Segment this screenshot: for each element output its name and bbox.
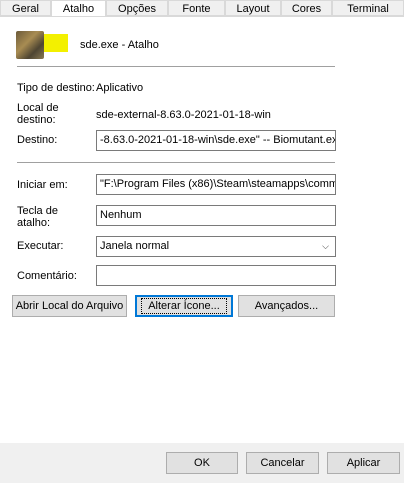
separator xyxy=(17,66,335,67)
icon-highlight xyxy=(44,34,68,52)
separator xyxy=(17,162,335,163)
shortcut-panel xyxy=(0,17,404,443)
chevron-down-icon[interactable]: ⌵ xyxy=(322,237,329,256)
app-icon xyxy=(16,31,44,59)
tab-opcoes[interactable]: Opções xyxy=(106,0,168,16)
tab-layout[interactable]: Layout xyxy=(225,0,281,16)
shortcut-name: sde.exe - Atalho xyxy=(80,39,159,51)
run-select-value: Janela normal xyxy=(100,240,170,252)
open-file-location-button[interactable]: Abrir Local do Arquivo xyxy=(12,295,127,317)
hotkey-label-line1: Tecla de xyxy=(17,205,58,217)
ok-button[interactable]: OK xyxy=(166,452,238,474)
tab-terminal[interactable]: Terminal xyxy=(332,0,404,16)
tab-geral[interactable]: Geral xyxy=(0,0,51,16)
tab-cores[interactable]: Cores xyxy=(281,0,332,16)
hotkey-label-line2: atalho: xyxy=(17,217,51,229)
advanced-button[interactable]: Avançados... xyxy=(238,295,335,317)
target-location-label-line2: destino: xyxy=(17,114,56,126)
hotkey-field[interactable]: Nenhum xyxy=(96,205,336,226)
cancel-button[interactable]: Cancelar xyxy=(246,452,319,474)
target-type-label: Tipo de destino: xyxy=(17,82,95,94)
change-icon-button[interactable]: Alterar Ícone... xyxy=(135,295,233,317)
target-field[interactable]: -8.63.0-2021-01-18-win\sde.exe" -- Biomu… xyxy=(96,130,336,151)
start-in-field[interactable]: "F:\Program Files (x86)\Steam\steamapps\… xyxy=(96,174,336,195)
target-type-value: Aplicativo xyxy=(96,82,144,94)
apply-button[interactable]: Aplicar xyxy=(327,452,400,474)
comment-field[interactable] xyxy=(96,265,336,286)
start-in-label: Iniciar em: xyxy=(17,179,68,191)
run-label: Executar: xyxy=(17,240,64,252)
tab-fonte[interactable]: Fonte xyxy=(168,0,225,16)
run-select[interactable]: Janela normal ⌵ xyxy=(96,236,336,257)
comment-label: Comentário: xyxy=(17,270,77,282)
tab-strip: Geral Atalho Opções Fonte Layout Cores T… xyxy=(0,0,404,17)
target-location-label-line1: Local de xyxy=(17,102,59,114)
target-location-value: sde-external-8.63.0-2021-01-18-win xyxy=(96,109,271,121)
target-label: Destino: xyxy=(17,134,58,146)
change-icon-button-label: Alterar Ícone... xyxy=(141,298,227,314)
tab-atalho[interactable]: Atalho xyxy=(51,0,106,17)
